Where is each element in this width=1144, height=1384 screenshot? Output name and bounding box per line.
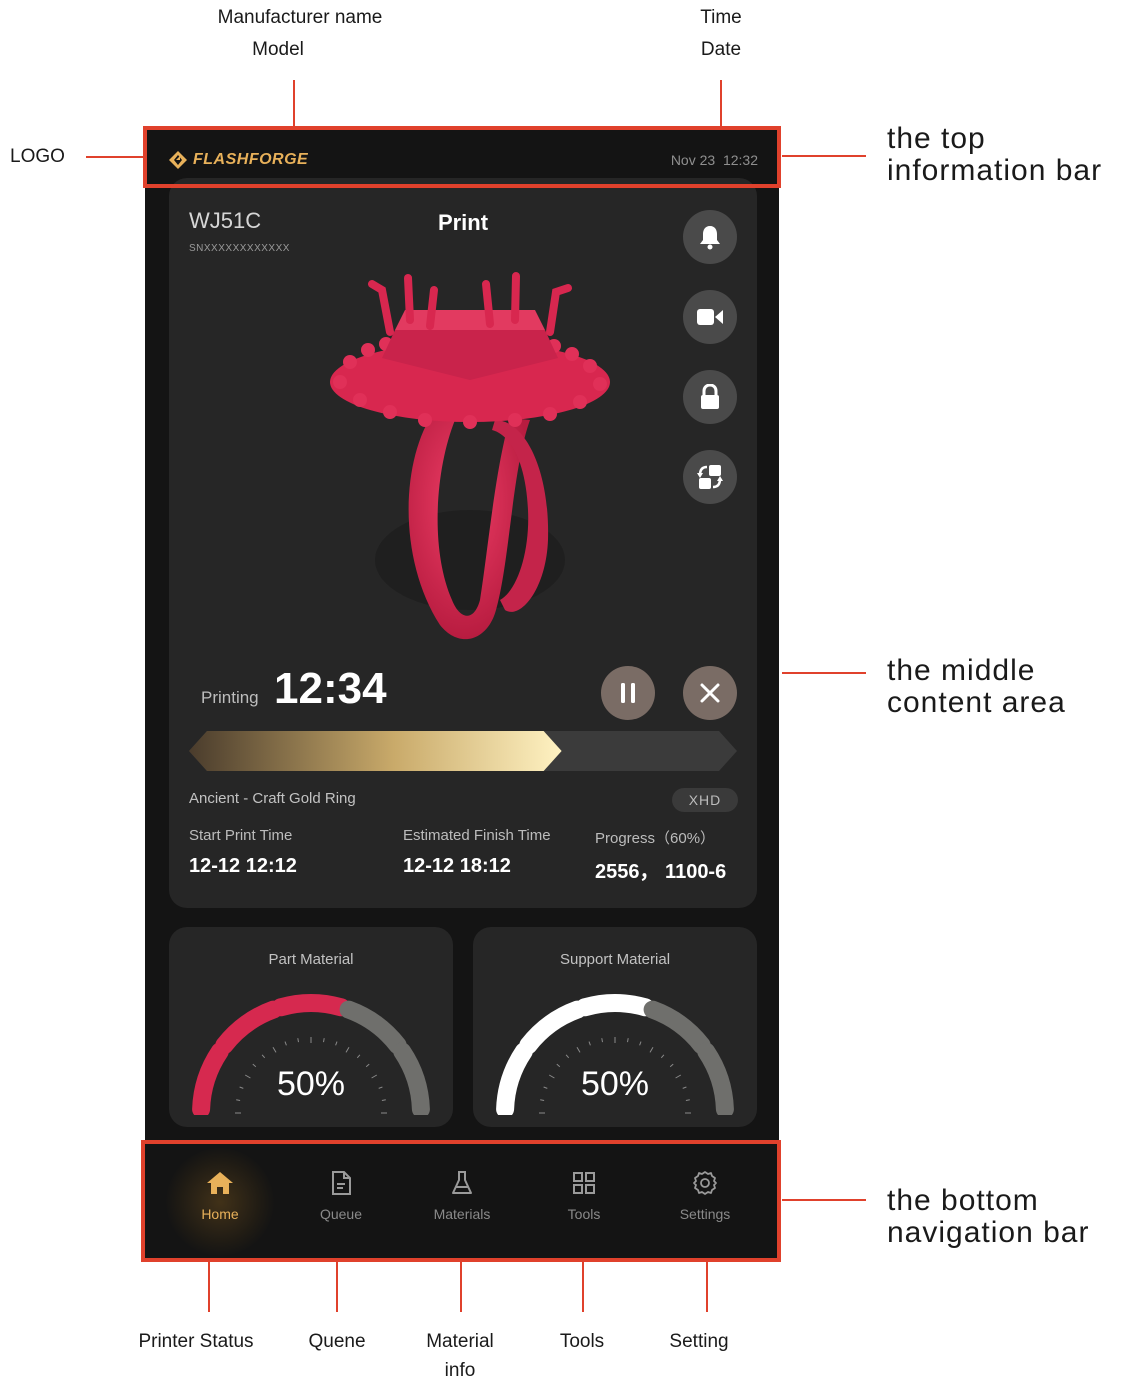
gauge-tick: [356, 1054, 361, 1059]
switch-icon: [697, 465, 723, 489]
gauge-tick: [639, 1041, 642, 1046]
annotation-manufacturer: Manufacturer name: [217, 7, 383, 28]
switch-view-button[interactable]: [683, 450, 737, 504]
gauge-tick: [660, 1054, 665, 1059]
progress-value: 2556， 1100-6: [595, 861, 727, 883]
annotation-middle-line2: content area: [887, 686, 1066, 719]
leader-middle: [782, 672, 866, 674]
annotation-time: Time: [700, 7, 742, 28]
gauge-tick: [576, 1046, 581, 1053]
leader-top-bar: [782, 155, 866, 157]
quality-badge: XHD: [672, 788, 738, 812]
annotation-setting: Setting: [669, 1331, 729, 1352]
gauge-tick: [345, 1046, 350, 1053]
gauge-segment: [575, 994, 655, 1017]
finish-time-label: Estimated Finish Time: [403, 827, 551, 844]
annotation-date: Date: [700, 39, 742, 60]
support-material-percent: 50%: [580, 1065, 650, 1103]
leader-tools: [582, 1262, 584, 1312]
camera-button[interactable]: [683, 290, 737, 344]
pause-icon: [621, 683, 635, 703]
print-progress-bar: [189, 731, 737, 771]
gauge-tick: [601, 1038, 603, 1043]
bell-icon: [700, 226, 720, 250]
start-time-value: 12-12 12:12: [189, 855, 297, 877]
annotation-top-bar-line2: information bar: [887, 154, 1103, 187]
annotation-printer-status: Printer Status: [138, 1331, 254, 1352]
gauge-tick: [297, 1038, 299, 1043]
print-model-preview: [330, 272, 610, 640]
annotation-top-bar-line1: the top: [887, 122, 986, 155]
bottom-bar-highlight: [141, 1140, 781, 1262]
gauge-segment: [643, 1000, 711, 1055]
gauge-tick: [335, 1041, 338, 1046]
gauge-segment: [519, 1000, 587, 1055]
finish-time-value: 12-12 18:12: [403, 855, 511, 877]
leader-material-info: [460, 1262, 462, 1312]
leader-bottom: [782, 1199, 866, 1201]
camera-icon: [697, 309, 723, 325]
printer-serial: SNXXXXXXXXXXXX: [189, 243, 290, 254]
gauge-tick: [284, 1041, 287, 1046]
gauge-tick: [565, 1054, 570, 1059]
gauge-tick: [649, 1046, 654, 1053]
progress-fill: [189, 731, 562, 771]
lock-icon: [701, 384, 719, 409]
job-name: Ancient - Craft Gold Ring: [189, 790, 356, 807]
part-material-title: Part Material: [268, 951, 354, 968]
start-time-label: Start Print Time: [189, 827, 293, 844]
gauge-segment: [271, 994, 351, 1017]
close-icon: [700, 683, 720, 703]
gauge-tick: [627, 1038, 629, 1043]
annotation-middle-line1: the middle: [887, 654, 1036, 687]
annotation-material-line1: Material: [426, 1331, 494, 1352]
lock-button[interactable]: [683, 370, 737, 424]
support-material-title: Support Material: [559, 951, 671, 968]
top-bar-highlight: [143, 126, 781, 188]
annotation-material-line2: info: [444, 1360, 476, 1381]
annotation-model: Model: [252, 39, 304, 60]
annotation-queue: Quene: [308, 1331, 366, 1352]
leader-queue: [336, 1262, 338, 1312]
gauge-tick: [588, 1041, 591, 1046]
progress-label: Progress（60%）: [595, 830, 716, 847]
gauge-tick: [323, 1038, 325, 1043]
annotation-bottom-line2: navigation bar: [887, 1216, 1090, 1249]
annotation-logo: LOGO: [10, 146, 65, 167]
leader-setting: [706, 1262, 708, 1312]
leader-printer-status: [208, 1262, 210, 1312]
gauge-segment: [215, 1000, 283, 1055]
annotation-tools: Tools: [559, 1331, 605, 1352]
pause-button[interactable]: [601, 666, 655, 720]
gauge-tick: [272, 1046, 277, 1053]
gauge-tick: [261, 1054, 266, 1059]
stop-button[interactable]: [683, 666, 737, 720]
print-status-label: Printing: [201, 688, 259, 707]
gauge-segment: [339, 1000, 407, 1055]
page-title: Print: [437, 210, 489, 235]
part-material-percent: 50%: [276, 1065, 346, 1103]
print-timer: 12:34: [274, 664, 387, 713]
printer-model: WJ51C: [189, 208, 262, 233]
annotation-bottom-line1: the bottom: [887, 1184, 1039, 1217]
notification-button[interactable]: [683, 210, 737, 264]
